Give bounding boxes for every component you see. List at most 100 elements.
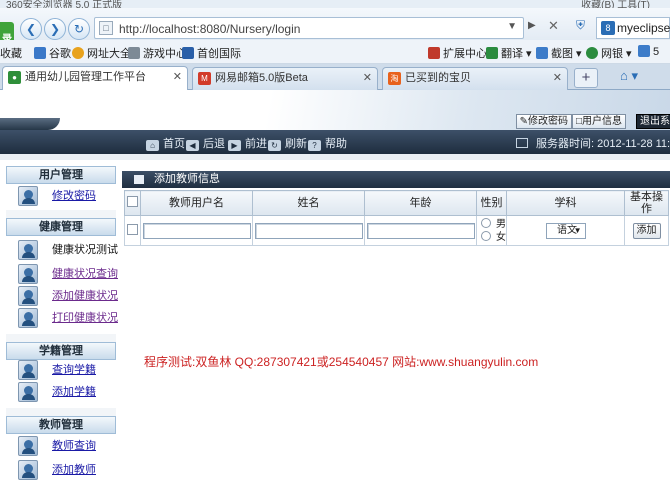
fav-item[interactable]: 截图 ▾ [536,45,582,61]
table-header-row: 教师用户名 姓名 年龄 性别 学科 基本操作 [124,190,669,216]
tab-favicon: 淘 [388,72,401,85]
back-button[interactable]: ❮ [20,18,42,40]
user-icon [18,186,38,206]
forward-icon: ▶ [228,140,241,151]
fav-item[interactable]: 扩展中心 [428,45,487,61]
search-input[interactable]: 8 myeclipse8.5 [596,17,670,39]
fav-item[interactable]: 游戏中心 [128,45,187,61]
sidebar-item-change-password[interactable]: 修改密码 [12,186,116,206]
gamepad-icon [128,47,140,59]
gender-female[interactable]: 女 [477,230,506,244]
tab-nursery[interactable]: ● 通用幼儿园管理工作平台 ✕ [2,66,188,90]
teacher-form-table: 教师用户名 姓名 年龄 性别 学科 基本操作 男 女 语文 ▼ 添加 [124,190,669,246]
actions-cell: 添加 [624,215,669,246]
sidebar-item-health-query[interactable]: 健康状况查询 [12,264,118,284]
browser-title-bar: 360安全浏览器 5.0 正式版 收藏(B) 工具(T) [0,0,670,8]
fav-item[interactable]: 收藏 [0,45,22,61]
sidebar-group-user[interactable]: 用户管理 [6,166,116,184]
fav-item[interactable]: 5 [638,45,659,58]
sidebar-item-health-print[interactable]: 打印健康状况 [12,308,118,328]
refresh-button[interactable]: ↻ [68,18,90,40]
col-subject: 学科 [506,190,625,216]
age-input[interactable] [366,222,475,239]
url-text: http://localhost:8080/Nursery/login [119,22,301,36]
user-info-button[interactable]: □用户信息 [571,114,626,129]
sidebar-item-health-test[interactable]: 健康状况测试 [12,240,118,260]
scissors-icon [536,47,548,59]
change-password-button[interactable]: ✎修改密码 [515,114,572,129]
url-dropdown-icon[interactable]: ▼ [507,21,517,32]
nav-home[interactable]: ⌂ 首页 [146,135,185,151]
sidebar-group-health[interactable]: 健康管理 [6,218,116,236]
forward-button[interactable]: ❯ [44,18,66,40]
nav-back[interactable]: ◀ 后退 [186,135,225,151]
gender-male[interactable]: 男 [477,217,506,231]
app-header: ✎修改密码 □用户信息 退出系统 ⌂首页 ◀后退 ▶前进 ↻刷新 ?帮助 服务器… [0,90,670,160]
go-icon[interactable]: ▶ [528,20,536,31]
tab-bar: ● 通用幼儿园管理工作平台 ✕ M 网易邮箱5.0版Beta ✕ 淘 已买到的宝… [0,64,670,90]
fav-item[interactable]: 谷歌 [34,45,71,61]
google-icon [34,47,46,59]
fav-item[interactable]: 网银 ▾ [586,45,632,61]
user-icon [18,436,38,456]
tab-favicon: ● [8,71,21,84]
row-checkbox[interactable] [127,223,138,235]
fav-item[interactable]: 网址大全 [72,45,131,61]
sidebar: 用户管理 修改密码 健康管理 健康状况测试 健康状况查询 添加健康状况 打印健康… [6,160,118,482]
logout-button[interactable]: 退出系统 [636,114,670,129]
nav-refresh[interactable]: ↻ 刷新 [268,135,307,151]
close-tab-icon[interactable]: ✕ [173,67,182,87]
gender-female-radio[interactable] [481,230,491,241]
new-tab-button[interactable]: + [574,68,598,88]
url-field[interactable]: □ http://localhost:8080/Nursery/login ▼ [94,17,524,39]
panel-title: 添加教师信息 [154,173,220,185]
home-icon: ⌂ [146,140,159,151]
translate-icon [486,47,498,59]
sidebar-item-enrollment-add[interactable]: 添加学籍 [12,382,116,402]
stop-icon[interactable]: ✕ [548,18,559,34]
plugin-icon [638,45,650,57]
col-name: 姓名 [252,190,365,216]
select-all-checkbox[interactable] [127,196,138,207]
server-time: 服务器时间: 2012-11-28 11:49:0 [516,135,670,151]
nav-help[interactable]: ? 帮助 [308,135,347,151]
shield-icon[interactable]: ⛨ [576,18,592,36]
gender-male-radio[interactable] [481,217,491,228]
fav-item[interactable]: 翻译 ▾ [486,45,532,61]
favorites-bar: 收藏 谷歌 网址大全 游戏中心 首创国际 扩展中心 翻译 ▾ 截图 ▾ 网银 ▾… [0,40,670,64]
sidebar-item-health-add[interactable]: 添加健康状况 [12,286,118,306]
sidebar-item-enrollment-query[interactable]: 查询学籍 [12,360,116,380]
nav-forward[interactable]: ▶ 前进 [228,135,267,151]
window-menu[interactable]: 收藏(B) 工具(T) [581,0,650,8]
age-cell [364,215,477,246]
sidebar-group-teacher[interactable]: 教师管理 [6,416,116,434]
subject-cell: 语文 ▼ [506,215,625,246]
name-input[interactable] [254,222,363,239]
fav-item[interactable]: 首创国际 [182,45,241,61]
sidebar-divider [6,210,116,218]
monitor-icon [516,138,528,148]
refresh-icon: ↻ [268,140,281,151]
sidebar-item-teacher-add[interactable]: 添加教师 [12,460,116,480]
tab-taobao[interactable]: 淘 已买到的宝贝 ✕ [382,67,568,90]
close-tab-icon[interactable]: ✕ [553,68,562,88]
sidebar-divider [6,334,116,342]
search-engine-icon[interactable]: 8 [601,21,615,35]
tab-mail[interactable]: M 网易邮箱5.0版Beta ✕ [192,67,378,90]
gear-icon [18,240,38,260]
sidebar-item-teacher-query[interactable]: 教师查询 [12,436,116,456]
site-icon [182,47,194,59]
panel-icon [134,175,144,184]
close-tab-icon[interactable]: ✕ [363,68,372,88]
sidebar-group-enrollment[interactable]: 学籍管理 [6,342,116,360]
home-icon[interactable]: ⌂ ▾ [620,68,650,88]
main-content: 添加教师信息 教师用户名 姓名 年龄 性别 学科 基本操作 男 女 语文 ▼ 添… [122,160,670,482]
username-input[interactable] [142,222,251,239]
table-row: 男 女 语文 ▼ 添加 [124,215,669,246]
add-button[interactable]: 添加 [632,222,661,239]
panel-header: 添加教师信息 [122,171,670,188]
select-all-header [124,190,141,216]
subject-select[interactable]: 语文 ▼ [545,222,586,239]
nav-strip: ⌂ 首页 ◀ 后退 ▶ 前进 ↻ 刷新 ? 帮助 服务器时间: 2012-11-28 11… [0,130,670,154]
col-gender: 性别 [476,190,507,216]
